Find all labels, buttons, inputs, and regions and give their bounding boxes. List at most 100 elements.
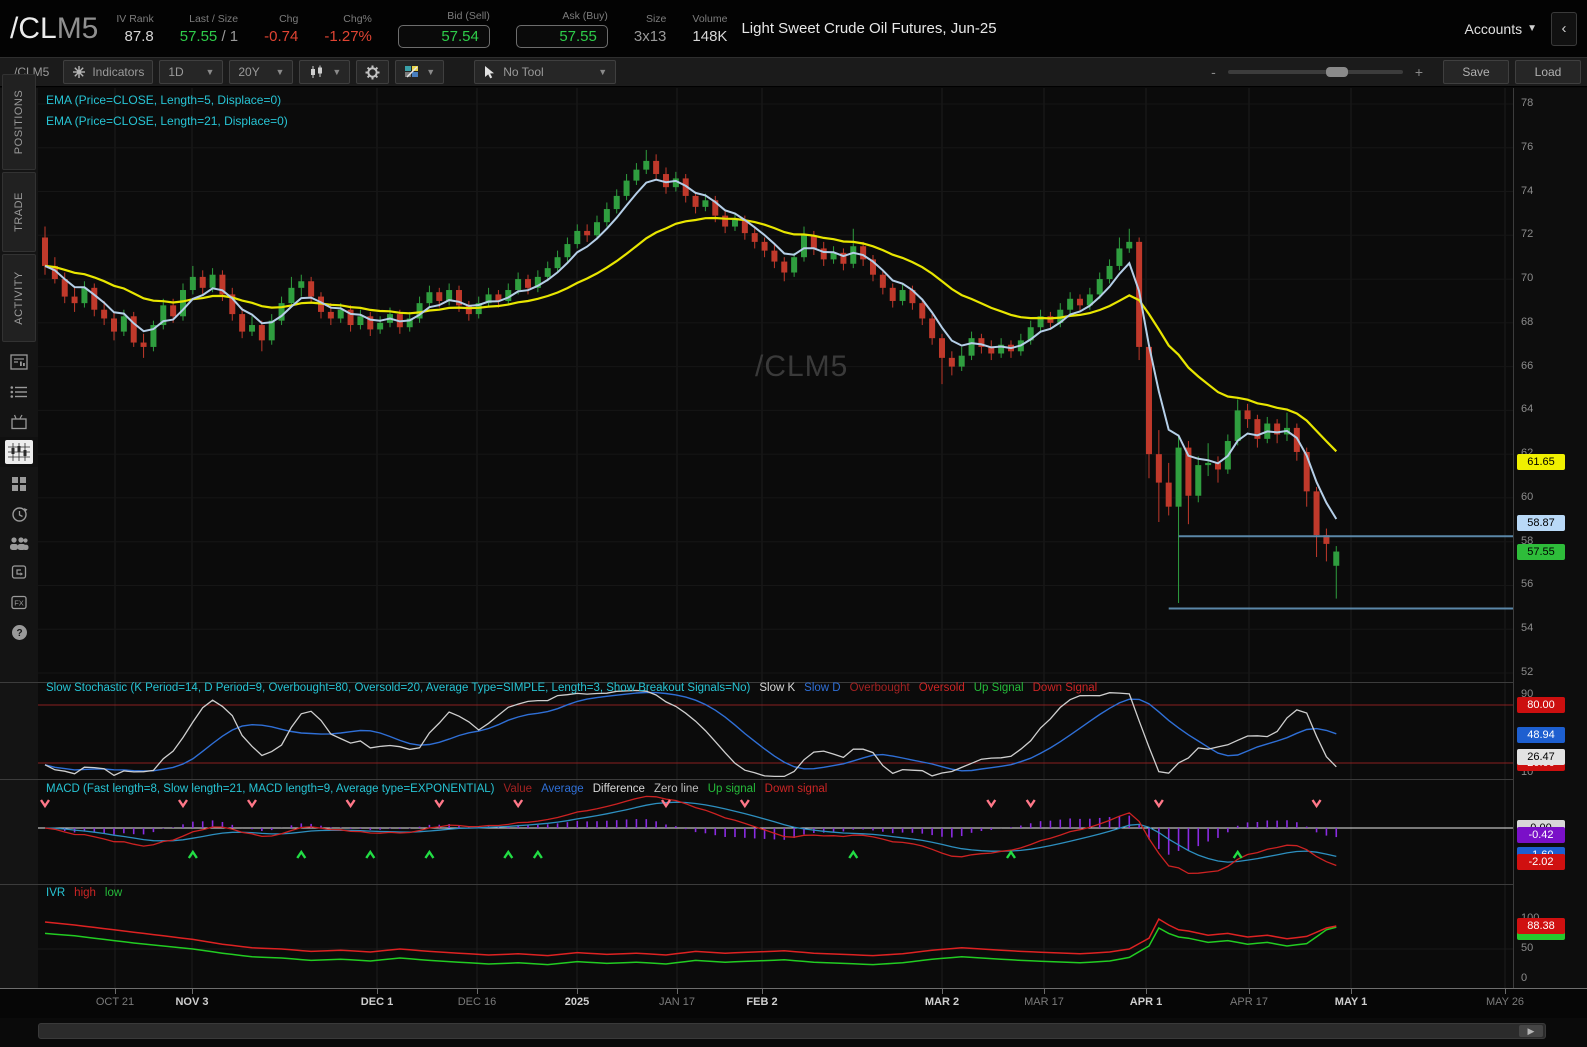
time-tick [377, 989, 378, 994]
range-value: 20Y [238, 65, 260, 79]
chg-pct-label: Chg% [343, 12, 372, 25]
bid-button[interactable]: 57.54 [397, 24, 490, 48]
iv-rank-label: IV Rank [116, 12, 154, 25]
chg-value: -0.74 [264, 27, 299, 45]
price-tick: 76 [1521, 140, 1534, 153]
zoom-slider-track[interactable] [1227, 67, 1403, 77]
sidebar-fx-button[interactable]: FX [0, 588, 38, 616]
time-tick [1351, 989, 1352, 994]
time-tick [1249, 989, 1250, 994]
sidebar-tv-button[interactable] [0, 408, 38, 436]
sidebar-watchlist-button[interactable] [0, 378, 38, 406]
time-tick [1044, 989, 1045, 994]
active-tool-dropdown[interactable]: No Tool ▼ [474, 60, 617, 84]
time-tick [1505, 989, 1506, 994]
ivr-panel[interactable] [38, 885, 1513, 1047]
grid-icon [12, 477, 26, 491]
time-label: FEB 2 [746, 996, 778, 1008]
time-label: 2025 [564, 996, 590, 1008]
sidebar-help-button[interactable]: ? [0, 618, 38, 646]
chart-type-dropdown[interactable]: ▼ [299, 60, 351, 84]
sidebar-community-button[interactable] [0, 529, 38, 557]
price-tick: 74 [1521, 184, 1534, 197]
indicators-button[interactable]: Indicators [63, 60, 154, 84]
range-dropdown[interactable]: 20Y ▼ [229, 60, 294, 84]
chart-scrollbar[interactable]: ▶ [38, 1023, 1546, 1039]
price-axis[interactable]: 787674727068666462605856545261.6558.8757… [1513, 88, 1587, 1018]
sidebar-calendar-button[interactable] [0, 558, 38, 586]
bottom-scroll-area: ▶ [0, 1018, 1587, 1047]
ask-button[interactable]: 57.55 [515, 24, 608, 48]
time-label: OCT 21 [95, 996, 135, 1008]
time-label: DEC 1 [360, 996, 394, 1008]
last-size-stat: Last / Size 57.55 / 1 [180, 13, 238, 45]
sidebar-ondemand-button[interactable] [0, 500, 38, 528]
main-price-chart[interactable] [38, 88, 1513, 688]
sidebar-grid-button[interactable] [0, 470, 38, 498]
time-label: MAY 26 [1485, 996, 1525, 1008]
ema5-study-label[interactable]: EMA (Price=CLOSE, Length=5, Displace=0) [46, 90, 288, 111]
scroll-right-button[interactable]: ▶ [1519, 1025, 1543, 1037]
accounts-dropdown[interactable]: Accounts ▼ [1465, 21, 1538, 37]
indicators-icon [73, 66, 86, 78]
chevron-down-icon: ▼ [426, 67, 436, 77]
stochastic-panel[interactable] [38, 683, 1513, 1047]
time-tick [1146, 989, 1147, 994]
drawing-tools-dropdown[interactable]: ▼ [395, 60, 445, 84]
panel-divider[interactable] [0, 779, 1587, 780]
timeframe-dropdown[interactable]: 1D ▼ [159, 60, 224, 84]
time-tick [942, 989, 943, 994]
chart-toolbar: /CLM5 Indicators 1D ▼ 20Y ▼ ▼ ▼ No Tool … [0, 57, 1587, 87]
macd-badge: -2.02 [1517, 854, 1565, 871]
sidebar-tab-trade[interactable]: TRADE [2, 172, 36, 252]
trading-app-window: /CLM5 IV Rank 87.8 Last / Size 57.55 / 1… [0, 0, 1587, 1047]
macd-title[interactable]: MACD (Fast length=8, Slow length=21, MAC… [46, 783, 495, 795]
price-badge: 57.55 [1517, 543, 1565, 560]
load-button[interactable]: Load [1515, 60, 1581, 84]
sidebar-charts-button[interactable] [0, 437, 38, 467]
svg-text:?: ? [16, 628, 22, 639]
size-stat: Size 3x13 [634, 13, 667, 45]
gear-icon [365, 65, 380, 79]
zoom-out-button[interactable]: - [1207, 64, 1220, 80]
sidebar-quotes-button[interactable] [0, 348, 38, 376]
collapse-panel-button[interactable]: ‹ [1551, 11, 1577, 46]
bid-label: Bid (Sell) [447, 9, 490, 22]
people-icon [10, 536, 29, 550]
header: /CLM5 IV Rank 87.8 Last / Size 57.55 / 1… [0, 0, 1587, 57]
zoom-control: - + [1207, 64, 1427, 80]
time-label: APR 17 [1230, 996, 1268, 1008]
panel-divider[interactable] [0, 884, 1587, 885]
sidebar-tab-activity[interactable]: ACTIVITY [2, 254, 36, 342]
ivr-title[interactable]: IVR [46, 887, 65, 899]
last-size-value: 57.55 / 1 [179, 27, 239, 45]
save-button[interactable]: Save [1443, 60, 1509, 84]
zoom-in-button[interactable]: + [1411, 64, 1427, 80]
macd-panel[interactable] [38, 780, 1513, 1047]
price-tick: 68 [1521, 315, 1534, 328]
drawing-tools-icon [405, 66, 419, 78]
fx-icon: FX [11, 595, 27, 609]
stoch-badge: 26.47 [1517, 748, 1565, 765]
charts-icon [5, 440, 33, 464]
price-tick: 70 [1521, 272, 1534, 285]
chevron-down-icon: ▼ [332, 67, 342, 77]
timeframe-value: 1D [168, 65, 184, 79]
volume-stat: Volume 148K [692, 13, 727, 45]
price-badge: 58.87 [1517, 514, 1565, 531]
price-tick: 60 [1521, 490, 1534, 503]
time-axis[interactable]: OCT 21 NOV 3 DEC 1 DEC 16 2025 JAN 17 FEB 2 MAR… [0, 988, 1587, 1018]
volume-label: Volume [692, 12, 728, 25]
stochastic-title[interactable]: Slow Stochastic (K Period=14, D Period=9… [46, 682, 750, 694]
contract-description: Light Sweet Crude Oil Futures, Jun-25 [741, 20, 997, 37]
volume-value: 148K [692, 27, 728, 45]
calendar-icon [11, 565, 27, 579]
symbol-title: /CLM5 [10, 11, 99, 45]
ivr-tick: 0 [1521, 972, 1528, 984]
collapse-icon: ‹ [1561, 20, 1567, 37]
chart-settings-button[interactable] [356, 60, 390, 84]
ema21-study-label[interactable]: EMA (Price=CLOSE, Length=21, Displace=0) [46, 111, 288, 132]
sidebar-tab-positions[interactable]: POSITIONS [2, 74, 36, 170]
chevron-down-icon: ▼ [1527, 23, 1537, 34]
zoom-slider-handle[interactable] [1325, 67, 1348, 77]
